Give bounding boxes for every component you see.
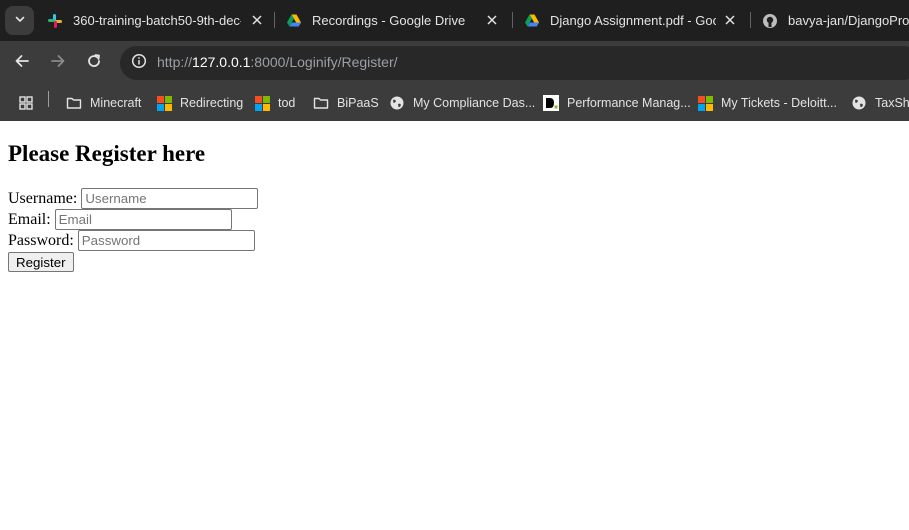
- email-field[interactable]: [54, 209, 232, 230]
- globe-icon: [389, 95, 405, 111]
- bookmark-label: BiPaaS: [337, 96, 379, 110]
- tab-title: bavya-jan/DjangoProjec: [788, 13, 909, 28]
- bookmark-my-tickets[interactable]: My Tickets - Deloitt...: [697, 91, 837, 115]
- tab-github[interactable]: bavya-jan/DjangoProjec: [762, 5, 909, 36]
- site-info-button[interactable]: [126, 50, 152, 76]
- address-bar[interactable]: http://127.0.0.1:8000/Loginify/Register/: [120, 46, 909, 80]
- tab-recordings[interactable]: Recordings - Google Drive: [286, 5, 500, 36]
- tab-separator: [274, 12, 275, 28]
- bookmark-minecraft[interactable]: Minecraft: [66, 91, 141, 115]
- google-drive-icon: [286, 13, 302, 29]
- bookmark-label: Performance Manag...: [567, 96, 691, 110]
- email-label: Email:: [8, 210, 51, 228]
- slack-icon: [47, 13, 63, 29]
- bookmarks-bar: Minecraft Redirecting tod BiPaaS My Comp: [0, 85, 909, 121]
- reload-button[interactable]: [80, 49, 108, 77]
- username-label: Username:: [8, 189, 78, 207]
- reload-icon: [86, 53, 102, 74]
- arrow-left-icon: [14, 53, 30, 74]
- tab-django-assignment[interactable]: Django Assignment.pdf - Googl: [524, 5, 738, 36]
- bookmark-bipaas[interactable]: BiPaaS: [313, 91, 379, 115]
- apps-grid-icon: [18, 95, 34, 111]
- url-host: 127.0.0.1: [192, 54, 251, 70]
- tab-slack[interactable]: 360-training-batch50-9th-dec-2: [47, 5, 265, 36]
- username-row: Username:: [8, 188, 259, 209]
- bookmark-compliance[interactable]: My Compliance Das...: [389, 91, 535, 115]
- tab-title: Django Assignment.pdf - Googl: [550, 13, 716, 28]
- email-row: Email:: [8, 209, 232, 230]
- password-row: Password:: [8, 230, 255, 251]
- google-drive-icon: [524, 13, 540, 29]
- username-field[interactable]: [81, 188, 259, 209]
- tab-strip: 360-training-batch50-9th-dec-2 Recording…: [0, 0, 909, 41]
- microsoft-icon: [697, 95, 713, 111]
- github-icon: [762, 13, 778, 29]
- chevron-down-icon: [14, 12, 26, 30]
- toolbar: http://127.0.0.1:8000/Loginify/Register/: [0, 41, 909, 85]
- page-content: Please Register here Username: Email: Pa…: [0, 121, 909, 530]
- info-icon: [131, 53, 147, 74]
- close-icon[interactable]: [484, 12, 500, 28]
- folder-icon: [313, 95, 329, 111]
- tab-search-button[interactable]: [5, 6, 34, 35]
- deloitte-icon: [543, 95, 559, 111]
- bookmark-label: Redirecting: [180, 96, 244, 110]
- tab-separator: [512, 12, 513, 28]
- globe-icon: [851, 95, 867, 111]
- close-icon[interactable]: [722, 12, 738, 28]
- close-icon[interactable]: [249, 12, 265, 28]
- page-title: Please Register here: [8, 141, 206, 166]
- url-text[interactable]: http://127.0.0.1:8000/Loginify/Register/: [157, 54, 398, 70]
- bookmark-taxsha[interactable]: TaxSha: [851, 91, 909, 115]
- bookmarks-separator: [48, 91, 49, 107]
- tab-title: 360-training-batch50-9th-dec-2: [73, 13, 241, 28]
- bookmark-label: TaxSha: [875, 96, 909, 110]
- bookmark-label: Minecraft: [90, 96, 142, 110]
- tab-title: Recordings - Google Drive: [312, 13, 466, 28]
- bookmark-label: My Compliance Das...: [413, 96, 536, 110]
- password-label: Password:: [8, 231, 74, 249]
- microsoft-icon: [156, 95, 172, 111]
- apps-button[interactable]: [18, 91, 42, 115]
- forward-button[interactable]: [44, 49, 72, 77]
- bookmark-performance[interactable]: Performance Manag...: [543, 91, 691, 115]
- bookmark-redirecting[interactable]: Redirecting: [156, 91, 243, 115]
- bookmark-label: My Tickets - Deloitt...: [721, 96, 837, 110]
- password-field[interactable]: [77, 230, 255, 251]
- register-button[interactable]: Register: [8, 252, 74, 272]
- folder-icon: [66, 95, 82, 111]
- arrow-right-icon: [50, 53, 66, 74]
- back-button[interactable]: [8, 49, 36, 77]
- tab-separator: [750, 12, 751, 28]
- bookmark-tod[interactable]: tod: [254, 91, 295, 115]
- bookmark-label: tod: [278, 96, 296, 110]
- microsoft-icon: [254, 95, 270, 111]
- url-scheme: http://: [157, 54, 193, 70]
- browser-chrome: 360-training-batch50-9th-dec-2 Recording…: [0, 0, 909, 121]
- url-path: :8000/Loginify/Register/: [250, 54, 398, 70]
